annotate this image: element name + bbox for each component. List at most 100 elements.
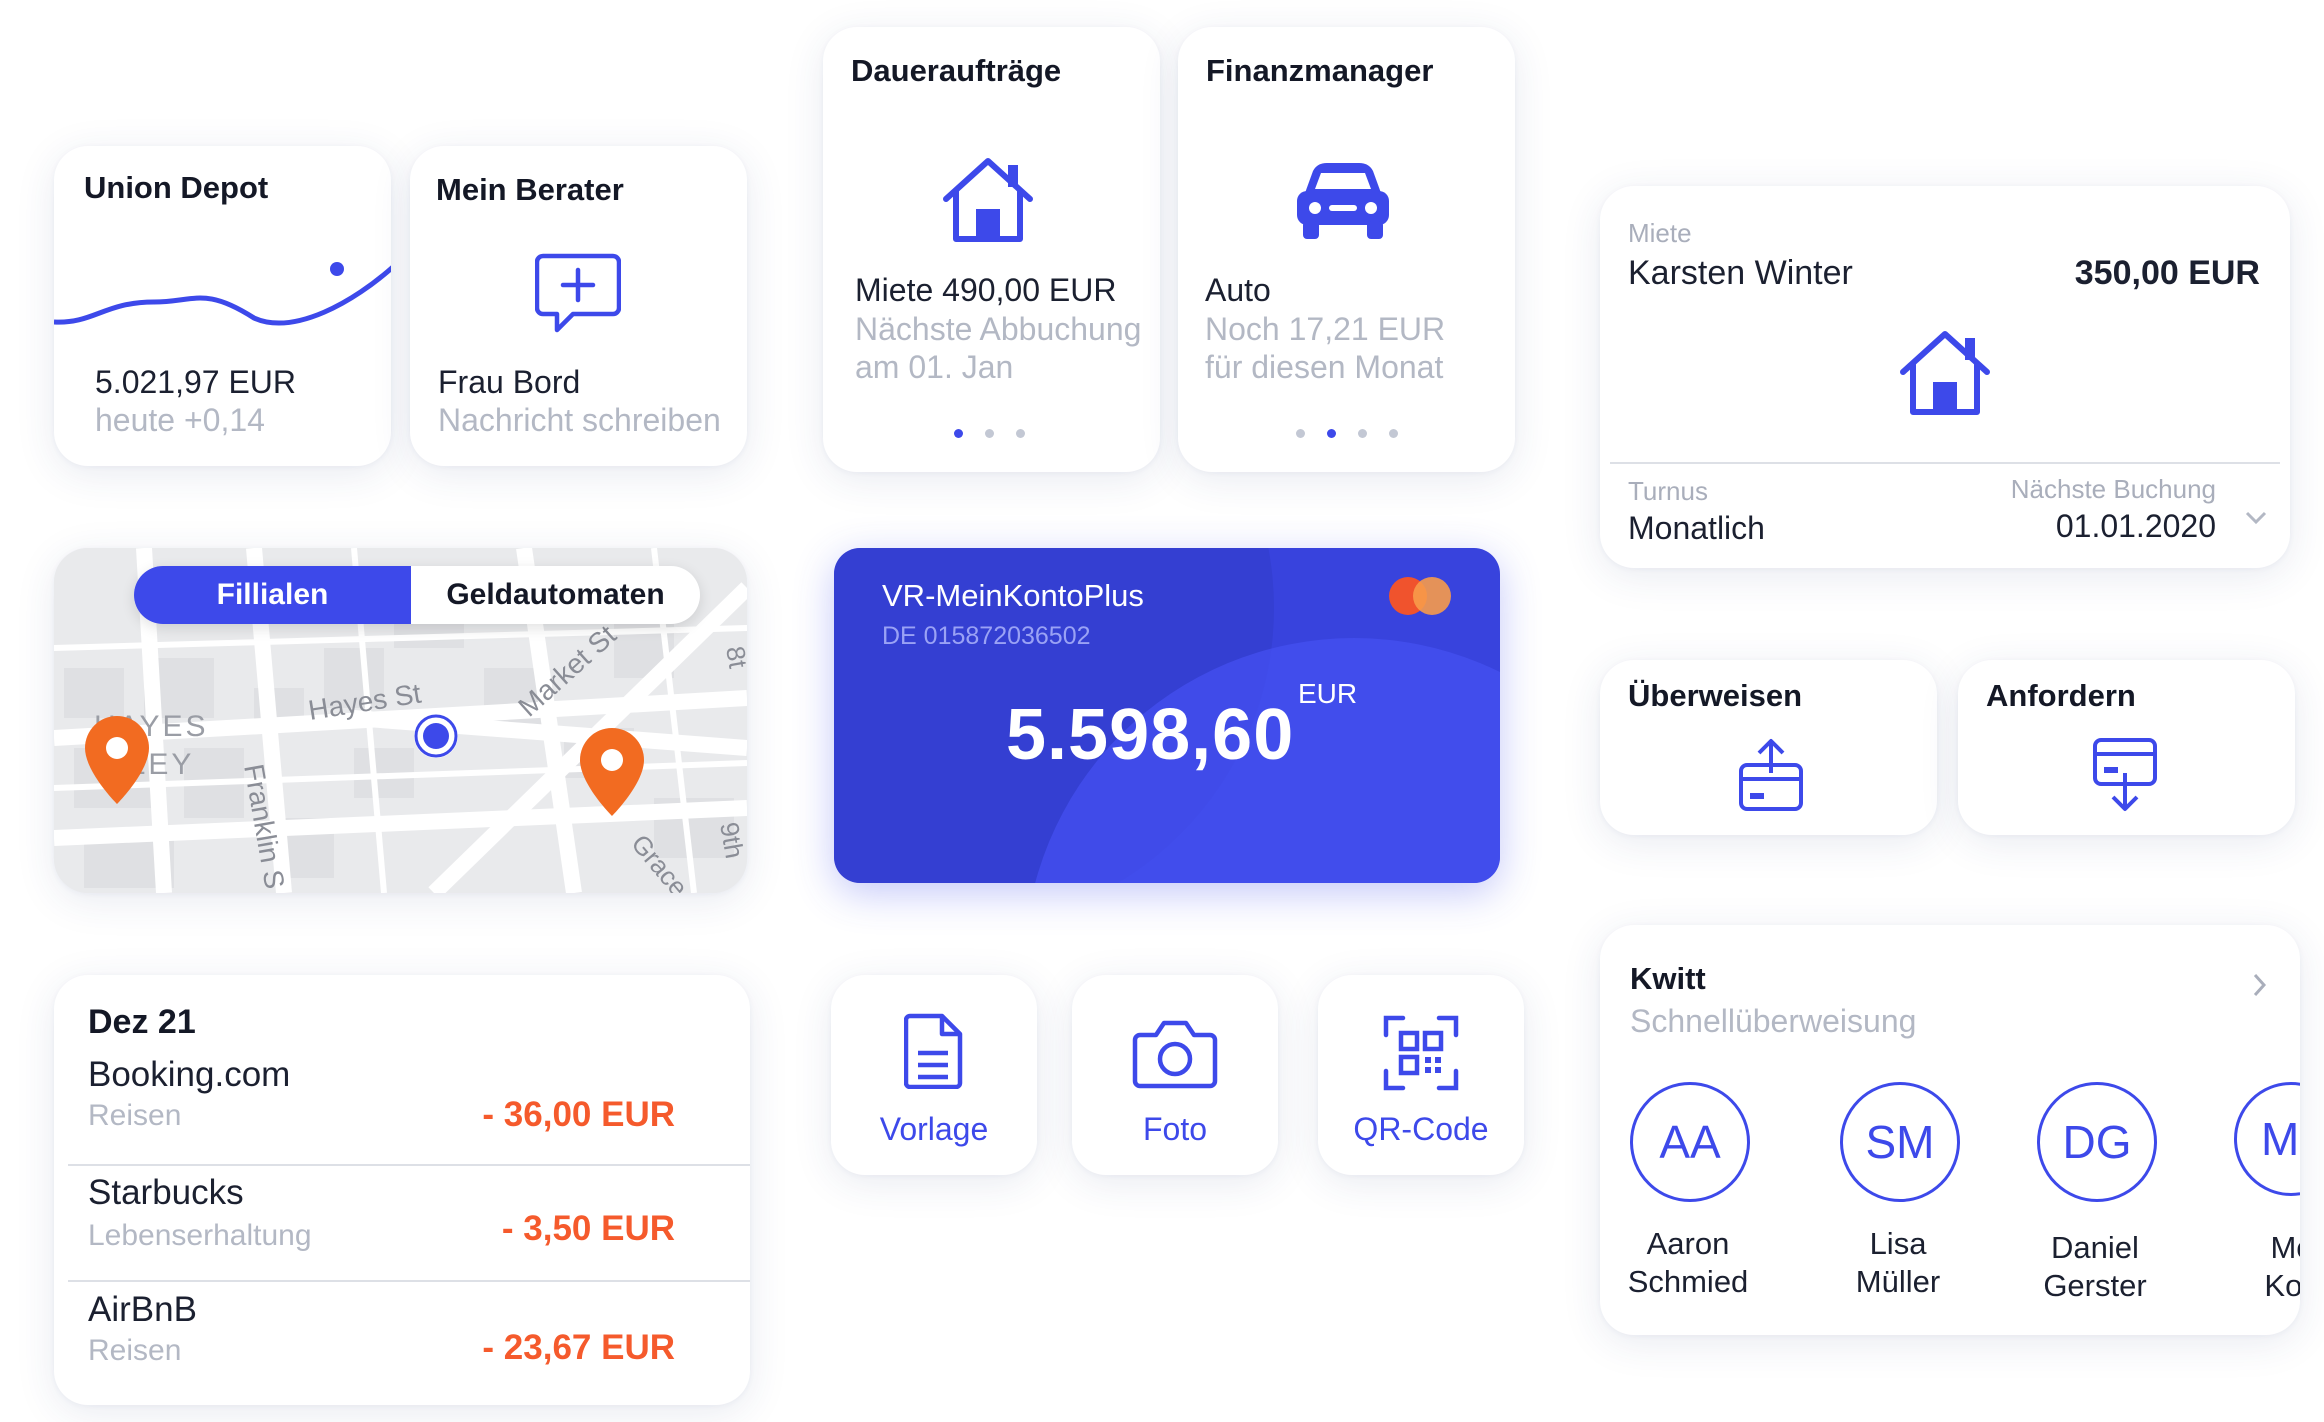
contact-name: Aaron Schmied — [1600, 1225, 1788, 1301]
transaction-category: Lebenserhaltung — [88, 1219, 312, 1252]
turnus-label: Turnus — [1628, 476, 1708, 506]
card-request-icon — [2093, 738, 2157, 811]
anfordern-card[interactable]: Anfordern — [1958, 660, 2295, 835]
ueberweisen-card[interactable]: Überweisen — [1600, 660, 1937, 835]
union-depot-card[interactable]: Union Depot 5.021,97 EUR heute +0,14 — [54, 146, 391, 466]
transaction-merchant: Booking.com — [88, 1055, 291, 1094]
qr-code-icon — [1383, 1015, 1459, 1091]
transaction-row[interactable]: Starbucks Lebenserhaltung - 3,50 EUR — [54, 1173, 750, 1263]
berater-action-link[interactable]: Nachricht schreiben — [438, 402, 721, 439]
tab-fillialen[interactable]: Fillialen — [134, 566, 411, 624]
dauerauftrag-line1: Miete 490,00 EUR — [855, 272, 1117, 308]
finanzmanager-title: Finanzmanager — [1206, 53, 1434, 88]
miete-label: Miete — [1628, 218, 1692, 248]
contact-first-name: Lisa — [1869, 1226, 1927, 1261]
dauerauftraege-card[interactable]: Daueraufträge Miete 490,00 EUR Nächste A… — [823, 27, 1160, 472]
tab-geldautomaten[interactable]: Geldautomaten — [411, 566, 700, 624]
car-icon — [1297, 163, 1389, 239]
contact-avatar[interactable]: DG — [2037, 1082, 2157, 1202]
dauerauftrag-line3: am 01. Jan — [855, 349, 1014, 385]
miete-recipient: Karsten Winter — [1628, 254, 1853, 292]
branch-map-card[interactable]: Hayes St Market St Franklin S HAYES LLEY… — [54, 548, 747, 893]
carousel-dot[interactable] — [1389, 429, 1398, 438]
kwitt-subtitle: Schnellüberweisung — [1630, 1003, 1917, 1039]
qr-code-label: QR-Code — [1353, 1111, 1489, 1147]
depot-change: heute +0,14 — [95, 402, 265, 438]
contact-avatar[interactable]: AA — [1630, 1082, 1750, 1202]
berater-name: Frau Bord — [438, 364, 581, 400]
foto-label: Foto — [1142, 1111, 1208, 1147]
carousel-dot[interactable] — [1016, 429, 1025, 438]
transaction-merchant: AirBnB — [88, 1290, 197, 1329]
foto-button[interactable]: Foto — [1072, 975, 1278, 1175]
contact-name: Lisa Müller — [1798, 1225, 1998, 1301]
contact-last-name: Müller — [1855, 1264, 1941, 1299]
transaction-category: Reisen — [88, 1334, 182, 1367]
account-card[interactable]: VR-MeinKontoPlus DE 015872036502 EUR 5.5… — [834, 548, 1500, 883]
finanzmanager-card[interactable]: Finanzmanager Auto Noch 17,21 EUR für di… — [1178, 27, 1515, 472]
trend-endpoint-dot — [330, 262, 344, 276]
document-icon — [904, 1013, 963, 1089]
transaction-amount: - 23,67 EUR — [482, 1328, 675, 1367]
anfordern-title: Anfordern — [1986, 678, 2136, 713]
transactions-card: Dez 21 Booking.com Reisen - 36,00 EUR St… — [54, 975, 750, 1405]
contact-first-name: Daniel — [2051, 1230, 2139, 1265]
transaction-divider — [68, 1280, 750, 1282]
carousel-dot[interactable] — [1358, 429, 1367, 438]
mastercard-logo-icon — [1389, 577, 1451, 615]
kwitt-card[interactable]: Kwitt Schnellüberweisung AA Aaron Schmie… — [1600, 925, 2300, 1335]
carousel-dot[interactable] — [985, 429, 994, 438]
vorlage-label: Vorlage — [879, 1111, 989, 1147]
miete-divider — [1610, 462, 2280, 464]
contact-name: Mo Kon — [2192, 1229, 2300, 1305]
account-currency: EUR — [1298, 678, 1358, 709]
transaction-amount: - 3,50 EUR — [501, 1209, 675, 1248]
miete-card[interactable]: Miete Karsten Winter 350,00 EUR Turnus M… — [1600, 186, 2290, 568]
carousel-dot-active[interactable] — [1327, 429, 1336, 438]
contact-first-name: Aaron — [1646, 1226, 1730, 1261]
transaction-amount: - 36,00 EUR — [482, 1095, 675, 1134]
transaction-divider — [68, 1164, 750, 1166]
account-iban: DE 015872036502 — [882, 622, 1091, 650]
transaction-category: Reisen — [88, 1099, 182, 1132]
chevron-right-icon[interactable] — [2252, 972, 2268, 998]
transaction-merchant: Starbucks — [88, 1173, 244, 1212]
ueberweisen-title: Überweisen — [1628, 678, 1803, 713]
dauerauftraege-title: Daueraufträge — [851, 53, 1062, 88]
turnus-value: Monatlich — [1628, 510, 1765, 546]
miete-amount: 350,00 EUR — [2074, 254, 2260, 292]
camera-icon — [1132, 1020, 1218, 1089]
dauerauftrag-line2: Nächste Abbuchung — [855, 311, 1142, 347]
contact-avatar[interactable]: M — [2234, 1082, 2300, 1196]
contact-avatar[interactable]: SM — [1840, 1082, 1960, 1202]
qr-code-button[interactable]: QR-Code — [1318, 975, 1524, 1175]
contact-name: Daniel Gerster — [1995, 1229, 2195, 1305]
account-name: VR-MeinKontoPlus — [882, 578, 1144, 613]
berater-title: Mein Berater — [436, 172, 624, 207]
carousel-dots[interactable] — [954, 429, 1025, 438]
kwitt-title: Kwitt — [1630, 961, 1706, 996]
next-booking-label: Nächste Buchung — [2010, 474, 2216, 504]
vorlage-button[interactable]: Vorlage — [831, 975, 1037, 1175]
berater-card[interactable]: Mein Berater Frau Bord Nachricht schreib… — [410, 146, 747, 466]
house-icon — [943, 158, 1033, 242]
map-segmented-control[interactable]: Fillialen Geldautomaten — [134, 566, 700, 624]
account-balance: 5.598,60 — [1006, 695, 1295, 775]
transactions-date: Dez 21 — [88, 1003, 196, 1041]
carousel-dot[interactable] — [1296, 429, 1305, 438]
carousel-dots[interactable] — [1296, 429, 1398, 438]
contact-last-name: Kon — [2264, 1268, 2300, 1303]
message-plus-icon — [535, 253, 621, 333]
transaction-row[interactable]: AirBnB Reisen - 23,67 EUR — [54, 1290, 750, 1380]
card-send-icon — [1739, 739, 1803, 811]
contact-last-name: Gerster — [2043, 1268, 2147, 1303]
finanz-line2: Noch 17,21 EUR — [1205, 311, 1446, 347]
depot-amount: 5.021,97 EUR — [95, 364, 297, 400]
carousel-dot-active[interactable] — [954, 429, 963, 438]
contact-last-name: Schmied — [1627, 1264, 1749, 1299]
chevron-down-icon[interactable] — [2244, 510, 2268, 526]
transaction-row[interactable]: Booking.com Reisen - 36,00 EUR — [54, 1055, 750, 1145]
finanz-line3: für diesen Monat — [1205, 349, 1444, 385]
contact-first-name: Mo — [2270, 1230, 2300, 1265]
finanz-line1: Auto — [1205, 272, 1271, 308]
